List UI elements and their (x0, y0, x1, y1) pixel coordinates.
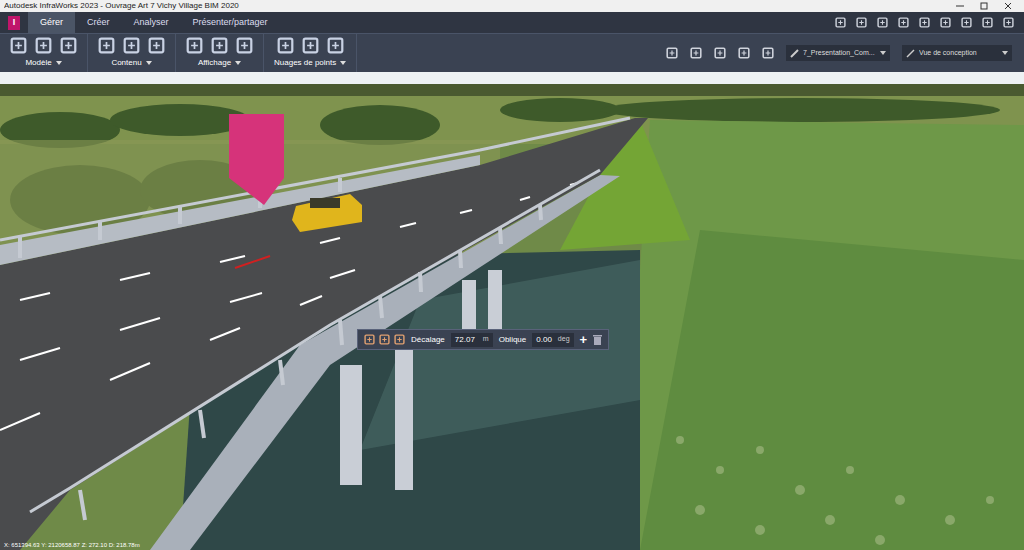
skew-label: Oblique (499, 334, 527, 346)
ribbon-group: Contenu (88, 34, 176, 72)
trash-icon[interactable] (593, 335, 602, 345)
dropdown-icon (880, 51, 886, 55)
proposal-icon (790, 49, 799, 58)
title-bar: Autodesk InfraWorks 2023 - Ouvrage Art 7… (0, 0, 1024, 12)
close-icon[interactable] (1004, 2, 1012, 10)
view-icon (906, 49, 915, 58)
tool-icon[interactable] (211, 37, 228, 54)
offset-toolbar: Décalage 72.07 m Oblique 0.00 deg + (357, 329, 609, 350)
app-logo[interactable]: I (8, 16, 20, 30)
view-dropdown[interactable]: Vue de conception (902, 45, 1012, 61)
monitor-icon[interactable] (666, 47, 678, 59)
ribbon-group: Nuages de points (264, 34, 357, 72)
settings-icon[interactable] (898, 17, 909, 28)
maximize-icon[interactable] (980, 2, 988, 10)
flag-edit-icon[interactable] (379, 334, 390, 345)
globe-icon[interactable] (919, 17, 930, 28)
tool-icon[interactable] (10, 37, 27, 54)
view-label: Vue de conception (919, 48, 998, 59)
ribbon-group: Modèle (0, 34, 88, 72)
grid-icon[interactable] (877, 17, 888, 28)
user-icon[interactable] (1003, 17, 1014, 28)
skew-unit: deg (558, 334, 570, 345)
tool-icon[interactable] (35, 37, 52, 54)
cube-icon[interactable] (961, 17, 972, 28)
tool-icon[interactable] (148, 37, 165, 54)
tool-icon[interactable] (327, 37, 344, 54)
redo-icon[interactable] (856, 17, 867, 28)
offset-unit: m (483, 334, 489, 345)
group-label[interactable]: Affichage (198, 57, 231, 69)
help-icon[interactable] (982, 17, 993, 28)
skew-value[interactable]: 0.00 (536, 334, 552, 346)
tools-icon[interactable] (738, 47, 750, 59)
undo-icon[interactable] (835, 17, 846, 28)
tool-icon[interactable] (236, 37, 253, 54)
minimize-icon[interactable] (956, 2, 964, 10)
viewport[interactable]: Décalage 72.07 m Oblique 0.00 deg + X: 6… (0, 72, 1024, 550)
tool-icon[interactable] (277, 37, 294, 54)
ribbon-tab[interactable]: Analyser (122, 12, 181, 33)
ribbon-group: Affichage (176, 34, 264, 72)
ribbon-tab[interactable]: Présenter/partager (181, 12, 280, 33)
tool-icon[interactable] (98, 37, 115, 54)
offset-field[interactable]: 72.07 m (451, 333, 493, 347)
coordinates: X: 651394.63 Y: 2120658.87 Z: 272.10 D: … (4, 541, 140, 549)
offset-value[interactable]: 72.07 (455, 334, 475, 346)
dropdown-icon[interactable] (235, 61, 241, 65)
ribbon-tab[interactable]: Créer (75, 12, 122, 33)
dropdown-icon[interactable] (340, 61, 346, 65)
sync-icon[interactable] (940, 17, 951, 28)
tool-icon[interactable] (60, 37, 77, 54)
tool-icon[interactable] (186, 37, 203, 54)
tool-icon[interactable] (302, 37, 319, 54)
dropdown-icon[interactable] (56, 61, 62, 65)
layers-icon[interactable] (762, 47, 774, 59)
dropdown-icon (1002, 51, 1008, 55)
measure-icon[interactable] (714, 47, 726, 59)
group-label[interactable]: Nuages de points (274, 57, 336, 69)
mirror-icon[interactable] (394, 334, 405, 345)
window-title: Autodesk InfraWorks 2023 - Ouvrage Art 7… (4, 1, 956, 11)
flag-icon[interactable] (364, 334, 375, 345)
ribbon: Modèle Contenu Affichage Nuages de points 7… (0, 33, 1024, 72)
select-icon[interactable] (690, 47, 702, 59)
dropdown-icon[interactable] (146, 61, 152, 65)
tab-bar: I GérerCréerAnalyserPrésenter/partager (0, 12, 1024, 33)
scene-3d[interactable] (0, 72, 1024, 550)
skew-field[interactable]: 0.00 deg (532, 333, 573, 347)
tool-icon[interactable] (123, 37, 140, 54)
offset-label: Décalage (411, 334, 445, 346)
group-label[interactable]: Modèle (25, 57, 51, 69)
ribbon-tab[interactable]: Gérer (28, 12, 75, 33)
add-button[interactable]: + (580, 333, 588, 346)
group-label[interactable]: Contenu (111, 57, 141, 69)
proposal-label: 7_Presentation_Com... (803, 48, 876, 59)
proposal-dropdown[interactable]: 7_Presentation_Com... (786, 45, 890, 61)
